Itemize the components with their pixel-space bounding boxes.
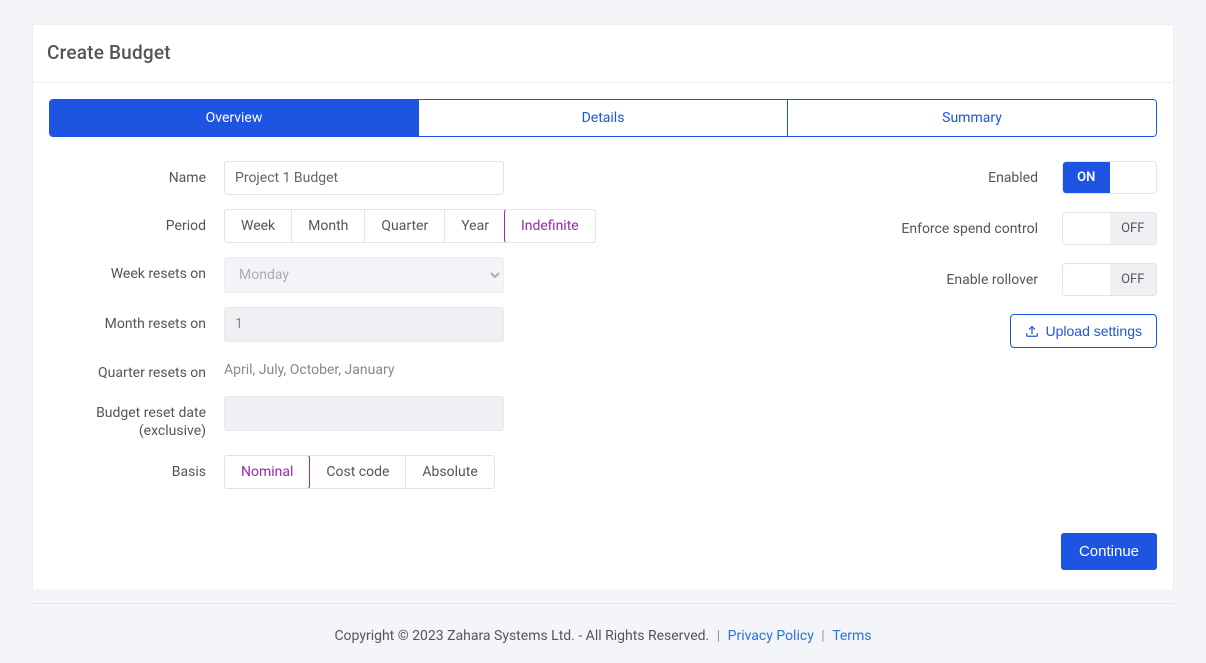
- row-week-resets: Week resets on Monday: [49, 257, 697, 293]
- period-segmented: Week Month Quarter Year Indefinite: [224, 209, 596, 243]
- card-footer: Continue: [49, 533, 1157, 570]
- footer-privacy-link[interactable]: Privacy Policy: [728, 628, 814, 644]
- footer-terms-link[interactable]: Terms: [832, 628, 871, 644]
- month-resets-label: Month resets on: [49, 307, 224, 333]
- rollover-label: Enable rollover: [946, 272, 1038, 288]
- footer-copyright: Copyright © 2023 Zahara Systems Ltd. - A…: [334, 628, 712, 644]
- form-layout: Name Period Week Month Quarter Year Inde…: [49, 161, 1157, 503]
- row-period: Period Week Month Quarter Year Indefinit…: [49, 209, 697, 243]
- week-resets-select: Monday: [224, 257, 504, 293]
- week-resets-label: Week resets on: [49, 257, 224, 283]
- basis-cost-code[interactable]: Cost code: [309, 456, 405, 488]
- row-rollover: Enable rollover OFF: [717, 263, 1157, 296]
- upload-icon: [1025, 324, 1039, 338]
- row-budget-reset-date: Budget reset date (exclusive): [49, 396, 697, 440]
- page-footer: Copyright © 2023 Zahara Systems Ltd. - A…: [32, 603, 1174, 656]
- basis-segmented: Nominal Cost code Absolute: [224, 455, 495, 489]
- name-label: Name: [49, 161, 224, 187]
- tab-details[interactable]: Details: [418, 100, 787, 136]
- right-column: Enabled ON Enforce spend control OFF Ena…: [717, 161, 1157, 503]
- rollover-toggle[interactable]: OFF: [1062, 263, 1157, 296]
- period-label: Period: [49, 209, 224, 235]
- enabled-toggle[interactable]: ON: [1062, 161, 1157, 194]
- upload-settings-button[interactable]: Upload settings: [1010, 314, 1157, 348]
- upload-settings-label: Upload settings: [1045, 323, 1142, 339]
- card-body: Overview Details Summary Name Period Wee…: [33, 83, 1173, 590]
- quarter-resets-label: Quarter resets on: [49, 356, 224, 382]
- page-title: Create Budget: [47, 41, 1159, 64]
- row-basis: Basis Nominal Cost code Absolute: [49, 455, 697, 489]
- row-month-resets: Month resets on 1: [49, 307, 697, 342]
- row-quarter-resets: Quarter resets on April, July, October, …: [49, 356, 697, 382]
- month-resets-input: 1: [224, 307, 504, 342]
- period-month[interactable]: Month: [291, 210, 364, 242]
- row-enforce: Enforce spend control OFF: [717, 212, 1157, 245]
- footer-sep: |: [717, 628, 724, 644]
- toggle-blank: [1110, 162, 1157, 193]
- budget-reset-input: [224, 396, 504, 431]
- enforce-toggle[interactable]: OFF: [1062, 212, 1157, 245]
- row-name: Name: [49, 161, 697, 195]
- footer-sep: |: [821, 628, 828, 644]
- create-budget-card: Create Budget Overview Details Summary N…: [32, 24, 1174, 591]
- tabs: Overview Details Summary: [49, 99, 1157, 137]
- continue-button[interactable]: Continue: [1061, 533, 1157, 570]
- basis-nominal[interactable]: Nominal: [224, 455, 310, 489]
- period-year[interactable]: Year: [444, 210, 505, 242]
- basis-label: Basis: [49, 455, 224, 481]
- toggle-blank: [1063, 213, 1110, 244]
- tab-summary[interactable]: Summary: [787, 100, 1156, 136]
- toggle-on-text: ON: [1063, 162, 1110, 193]
- row-enabled: Enabled ON: [717, 161, 1157, 194]
- toggle-off-text: OFF: [1110, 264, 1157, 295]
- toggle-off-text: OFF: [1110, 213, 1157, 244]
- quarter-resets-text: April, July, October, January: [224, 356, 697, 378]
- left-column: Name Period Week Month Quarter Year Inde…: [49, 161, 697, 503]
- name-input[interactable]: [224, 161, 504, 195]
- enforce-label: Enforce spend control: [901, 221, 1038, 237]
- basis-absolute[interactable]: Absolute: [405, 456, 493, 488]
- enabled-label: Enabled: [988, 170, 1038, 186]
- toggle-blank: [1063, 264, 1110, 295]
- tab-overview[interactable]: Overview: [50, 100, 418, 136]
- right-actions: Upload settings: [717, 314, 1157, 348]
- card-header: Create Budget: [33, 25, 1173, 83]
- budget-reset-label: Budget reset date (exclusive): [49, 396, 224, 440]
- period-indefinite[interactable]: Indefinite: [504, 209, 596, 243]
- period-quarter[interactable]: Quarter: [364, 210, 444, 242]
- period-week[interactable]: Week: [225, 210, 291, 242]
